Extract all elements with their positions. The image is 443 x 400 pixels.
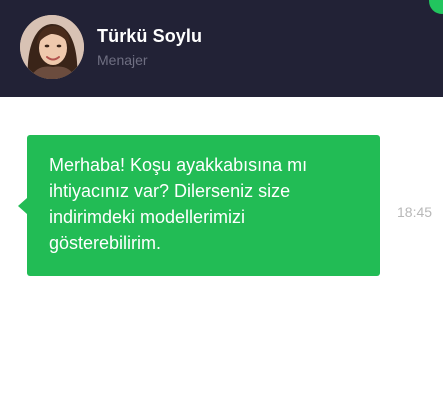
chat-window: Türkü Soylu Menajer Merhaba! Koşu ayakka… — [0, 0, 443, 400]
contact-role: Menajer — [97, 52, 148, 68]
message-text: Merhaba! Koşu ayakkabısına mı ihtiyacını… — [49, 155, 308, 253]
chat-header: Türkü Soylu Menajer — [0, 0, 443, 97]
contact-avatar[interactable] — [20, 15, 84, 79]
online-indicator — [429, 0, 443, 14]
message-bubble: Merhaba! Koşu ayakkabısına mı ihtiyacını… — [18, 135, 380, 276]
contact-name: Türkü Soylu — [97, 26, 203, 46]
message-timestamp: 18:45 — [397, 204, 433, 220]
avatar-image — [20, 15, 84, 79]
bubble-tail — [18, 198, 27, 214]
